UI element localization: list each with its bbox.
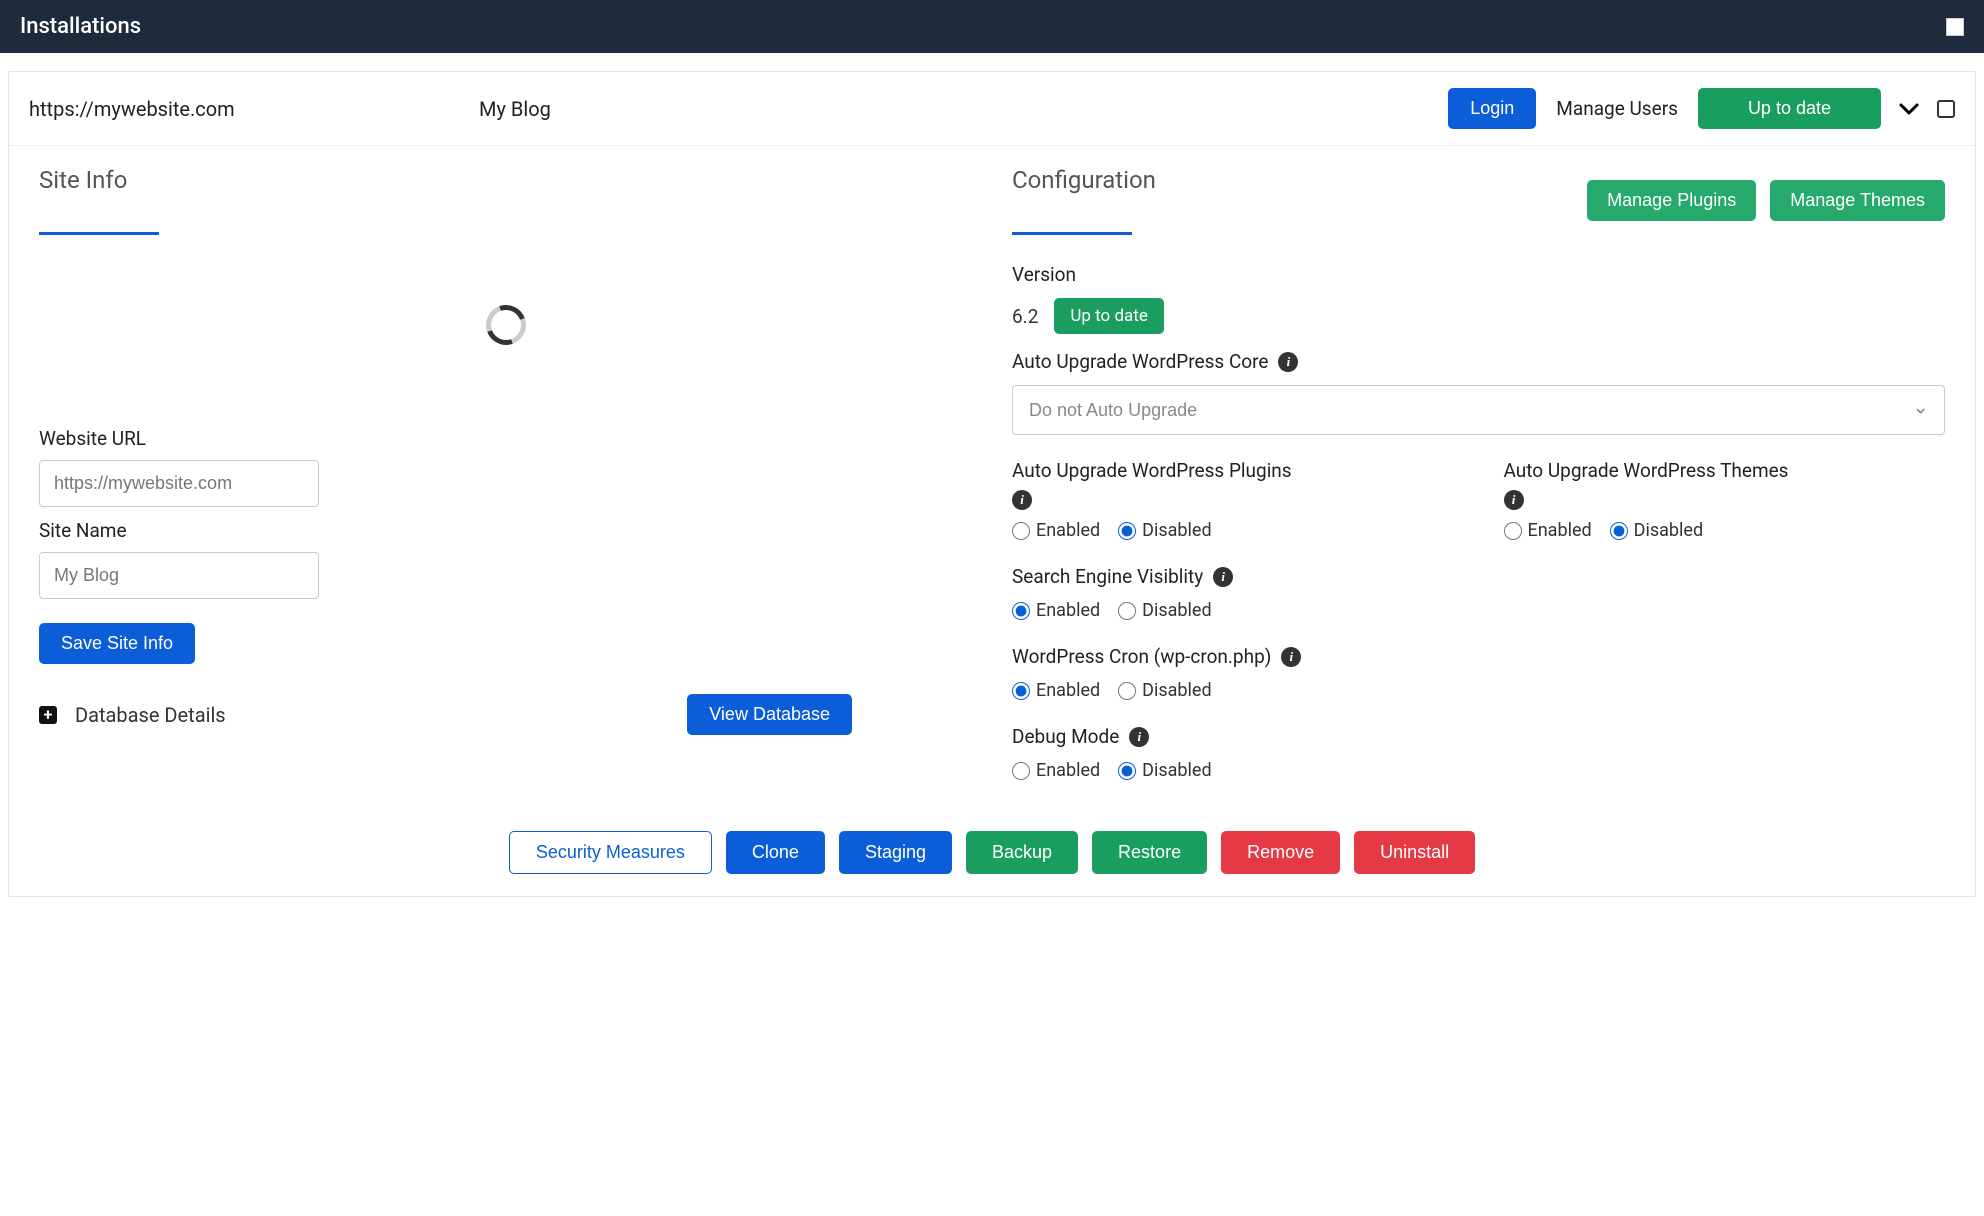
action-footer: Security Measures Clone Staging Backup R… (9, 815, 1975, 896)
restore-button[interactable]: Restore (1092, 831, 1207, 874)
login-button[interactable]: Login (1448, 88, 1536, 129)
status-button[interactable]: Up to date (1698, 88, 1881, 129)
spinner-icon (479, 298, 532, 351)
configuration-section: Configuration Manage Plugins Manage Them… (1012, 166, 1945, 805)
manage-themes-button[interactable]: Manage Themes (1770, 180, 1945, 221)
info-icon[interactable]: i (1213, 567, 1233, 587)
manage-plugins-button[interactable]: Manage Plugins (1587, 180, 1756, 221)
site-name: My Blog (479, 97, 1428, 121)
site-name-input[interactable] (39, 552, 319, 599)
clone-button[interactable]: Clone (726, 831, 825, 874)
expand-plus-icon[interactable]: + (39, 706, 57, 724)
site-url[interactable]: https://mywebsite.com (29, 97, 459, 121)
installation-row-header: https://mywebsite.com My Blog Login Mana… (9, 72, 1975, 146)
version-value: 6.2 (1012, 305, 1038, 328)
expand-chevron-icon[interactable] (1899, 99, 1919, 119)
cron-disabled-radio[interactable] (1118, 682, 1136, 700)
plugins-disabled-radio[interactable] (1118, 522, 1136, 540)
database-details-toggle[interactable]: Database Details (75, 703, 226, 727)
page-header: Installations (0, 0, 1984, 53)
info-icon[interactable]: i (1129, 727, 1149, 747)
version-label: Version (1012, 263, 1945, 286)
search-visibility-label: Search Engine Visiblity (1012, 565, 1203, 588)
site-info-section: Site Info Website URL Site Name Save Sit… (39, 166, 972, 805)
themes-enabled-radio[interactable] (1504, 522, 1522, 540)
security-measures-button[interactable]: Security Measures (509, 831, 712, 874)
manage-users-link[interactable]: Manage Users (1556, 97, 1678, 120)
themes-disabled-radio[interactable] (1610, 522, 1628, 540)
info-icon[interactable]: i (1012, 490, 1032, 510)
screenshot-loading (39, 235, 972, 415)
info-icon[interactable]: i (1504, 490, 1524, 510)
website-url-input[interactable] (39, 460, 319, 507)
remove-button[interactable]: Remove (1221, 831, 1340, 874)
save-site-info-button[interactable]: Save Site Info (39, 623, 195, 664)
auto-upgrade-core-select[interactable]: Do not Auto Upgrade (1012, 385, 1945, 435)
version-status-badge: Up to date (1054, 298, 1164, 334)
configuration-heading: Configuration (1012, 166, 1156, 204)
wp-cron-label: WordPress Cron (wp-cron.php) (1012, 645, 1271, 668)
plugins-enabled-radio[interactable] (1012, 522, 1030, 540)
info-icon[interactable]: i (1278, 352, 1298, 372)
page-title: Installations (20, 14, 141, 39)
staging-button[interactable]: Staging (839, 831, 952, 874)
auto-upgrade-core-label: Auto Upgrade WordPress Core (1012, 350, 1268, 373)
uninstall-button[interactable]: Uninstall (1354, 831, 1475, 874)
select-all-checkbox[interactable] (1946, 18, 1964, 36)
debug-mode-label: Debug Mode (1012, 725, 1119, 748)
view-database-button[interactable]: View Database (687, 694, 852, 735)
site-info-heading: Site Info (39, 166, 127, 204)
installation-panel: https://mywebsite.com My Blog Login Mana… (8, 71, 1976, 897)
site-name-label: Site Name (39, 519, 972, 542)
debug-disabled-radio[interactable] (1118, 762, 1136, 780)
website-url-label: Website URL (39, 427, 972, 450)
row-select-checkbox[interactable] (1937, 100, 1955, 118)
search-disabled-radio[interactable] (1118, 602, 1136, 620)
info-icon[interactable]: i (1281, 647, 1301, 667)
heading-underline (1012, 232, 1132, 235)
auto-upgrade-plugins-label: Auto Upgrade WordPress Plugins (1012, 459, 1292, 482)
cron-enabled-radio[interactable] (1012, 682, 1030, 700)
auto-upgrade-themes-label: Auto Upgrade WordPress Themes (1504, 459, 1789, 482)
backup-button[interactable]: Backup (966, 831, 1078, 874)
search-enabled-radio[interactable] (1012, 602, 1030, 620)
debug-enabled-radio[interactable] (1012, 762, 1030, 780)
